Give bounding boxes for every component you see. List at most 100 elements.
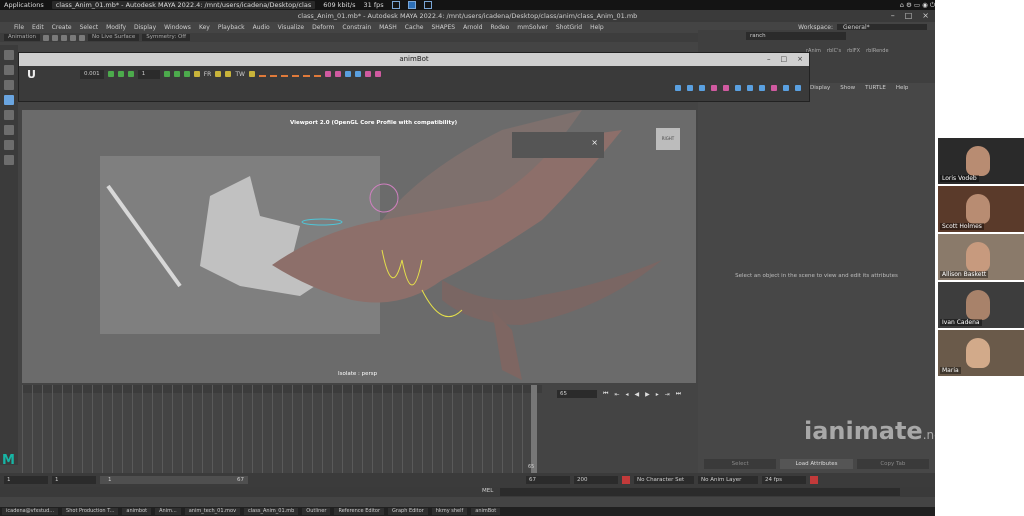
menu-mmsolver[interactable]: mmSolver: [517, 24, 548, 31]
ease-curve-icon[interactable]: [280, 71, 288, 77]
rotate-tool-icon[interactable]: [4, 110, 14, 120]
character-set-dropdown[interactable]: No Character Set: [634, 476, 694, 484]
tool-icon[interactable]: [783, 85, 789, 91]
participant-tile[interactable]: Maria: [938, 330, 1024, 376]
current-frame-field[interactable]: 65: [557, 390, 597, 398]
channel-tab[interactable]: rbIC's: [827, 48, 841, 54]
menu-windows[interactable]: Windows: [164, 24, 191, 31]
search-icon[interactable]: [795, 85, 801, 91]
tool-icon[interactable]: [364, 71, 371, 77]
auto-key-icon[interactable]: [622, 476, 630, 484]
go-to-end-icon[interactable]: ⏭: [676, 390, 681, 398]
tool-icon[interactable]: [248, 71, 255, 77]
taskbar-item[interactable]: animbot: [122, 508, 152, 515]
tool-icon[interactable]: [193, 71, 200, 77]
tool-icon[interactable]: [699, 85, 705, 91]
live-surface-field[interactable]: No Live Surface: [88, 34, 140, 41]
ease-curve-icon[interactable]: [313, 71, 321, 77]
fps-dropdown[interactable]: 24 fps: [762, 476, 806, 484]
animation-start-field[interactable]: 1: [4, 476, 48, 484]
shelf-icon[interactable]: [52, 34, 59, 41]
taskbar-item[interactable]: icadena@vfxstud...: [2, 508, 59, 515]
participant-tile[interactable]: Allison Baskett: [938, 234, 1024, 280]
taskbar-item[interactable]: anim_tech_01.mov: [184, 508, 241, 515]
taskbar-item[interactable]: Shot Production T...: [62, 508, 119, 515]
load-attributes-button[interactable]: Load Attributes: [780, 459, 853, 469]
step-forward-key-icon[interactable]: ⇥: [665, 391, 670, 398]
channel-tab[interactable]: rbIRende: [866, 48, 888, 54]
menu-modify[interactable]: Modify: [106, 24, 126, 31]
tool-icon[interactable]: [354, 71, 361, 77]
time-slider-ticks[interactable]: [22, 385, 542, 473]
menu-deform[interactable]: Deform: [312, 24, 334, 31]
move-tool-icon[interactable]: [4, 95, 14, 105]
range-slider[interactable]: 1 67: [100, 476, 248, 484]
symmetry-field[interactable]: Symmetry: Off: [142, 34, 191, 41]
taskbar-item[interactable]: Reference Editor: [334, 508, 385, 515]
participant-tile[interactable]: Loris Vodeb: [938, 138, 1024, 184]
lasso-tool-icon[interactable]: [4, 65, 14, 75]
tool-icon[interactable]: [324, 71, 331, 77]
tool-icon[interactable]: [215, 71, 222, 77]
attr-menu-turtle[interactable]: TURTLE: [865, 85, 886, 91]
shelf-icon[interactable]: [43, 34, 50, 41]
channel-search-field[interactable]: ranch: [746, 32, 846, 40]
copy-tab-button[interactable]: Copy Tab: [856, 459, 929, 469]
menu-shotgrid[interactable]: ShotGrid: [556, 24, 582, 31]
play-forward-icon[interactable]: ▶: [645, 391, 650, 398]
menu-select[interactable]: Select: [80, 24, 99, 31]
menu-mash[interactable]: MASH: [379, 24, 397, 31]
menu-arnold[interactable]: Arnold: [463, 24, 482, 31]
layout-four-icon[interactable]: [4, 155, 14, 165]
layout-toggle-2[interactable]: [407, 1, 416, 9]
tool-icon[interactable]: [711, 85, 717, 91]
menu-edit[interactable]: Edit: [32, 24, 44, 31]
shelf-icon[interactable]: [79, 34, 86, 41]
minimize-icon[interactable]: –: [891, 10, 895, 22]
scale-tool-icon[interactable]: [4, 125, 14, 135]
step-back-key-icon[interactable]: ⇤: [614, 391, 619, 398]
attr-menu-help[interactable]: Help: [896, 85, 909, 91]
taskbar-item[interactable]: Anim...: [155, 508, 181, 515]
tool-icon[interactable]: [374, 71, 381, 77]
taskbar-item[interactable]: hkmy shelf: [431, 508, 468, 515]
play-backward-icon[interactable]: ◀: [634, 391, 639, 398]
anim-layer-dropdown[interactable]: No Anim Layer: [698, 476, 758, 484]
layout-toggle-1[interactable]: [391, 1, 400, 9]
current-frame-marker[interactable]: [531, 385, 537, 473]
select-tool-icon[interactable]: [4, 50, 14, 60]
viewport[interactable]: Viewport 2.0 (OpenGL Core Profile with c…: [22, 110, 696, 383]
add-icon[interactable]: [107, 71, 114, 77]
key-icon[interactable]: [173, 71, 180, 77]
menu-shapes[interactable]: SHAPES: [431, 24, 455, 31]
shelf-icon[interactable]: [61, 34, 68, 41]
maximize-icon[interactable]: □: [905, 10, 913, 22]
menu-help[interactable]: Help: [590, 24, 604, 31]
paint-tool-icon[interactable]: [4, 80, 14, 90]
view-cube[interactable]: RIGHT: [656, 128, 680, 150]
layout-toggle-3[interactable]: [423, 1, 432, 9]
step-back-icon[interactable]: ◂: [625, 391, 628, 398]
menu-display[interactable]: Display: [134, 24, 156, 31]
ease-curve-icon[interactable]: [258, 71, 266, 77]
attr-menu-display[interactable]: Display: [810, 85, 830, 91]
tray-icons[interactable]: ⌂ ⚙ ▭ ◉ ⏻: [900, 1, 935, 10]
menu-rodeo[interactable]: Rodeo: [491, 24, 510, 31]
ease-curve-icon[interactable]: [291, 71, 299, 77]
nudge-value-field[interactable]: 0.001: [79, 69, 104, 79]
tool-icon[interactable]: [759, 85, 765, 91]
menu-audio[interactable]: Audio: [253, 24, 270, 31]
taskbar-item[interactable]: class_Anim_01.mb: [244, 508, 299, 515]
tool-icon[interactable]: [344, 71, 351, 77]
shelf-icon[interactable]: [70, 34, 77, 41]
select-button[interactable]: Select: [704, 459, 777, 469]
tool-icon[interactable]: [735, 85, 741, 91]
participant-tile[interactable]: Scott Holmes: [938, 186, 1024, 232]
menu-playback[interactable]: Playback: [218, 24, 245, 31]
close-icon[interactable]: ×: [591, 138, 598, 147]
menu-cache[interactable]: Cache: [405, 24, 424, 31]
taskbar-item[interactable]: Outliner: [302, 508, 331, 515]
tool-icon[interactable]: [334, 71, 341, 77]
menu-file[interactable]: File: [14, 24, 24, 31]
taskbar-item[interactable]: Graph Editor: [388, 508, 428, 515]
